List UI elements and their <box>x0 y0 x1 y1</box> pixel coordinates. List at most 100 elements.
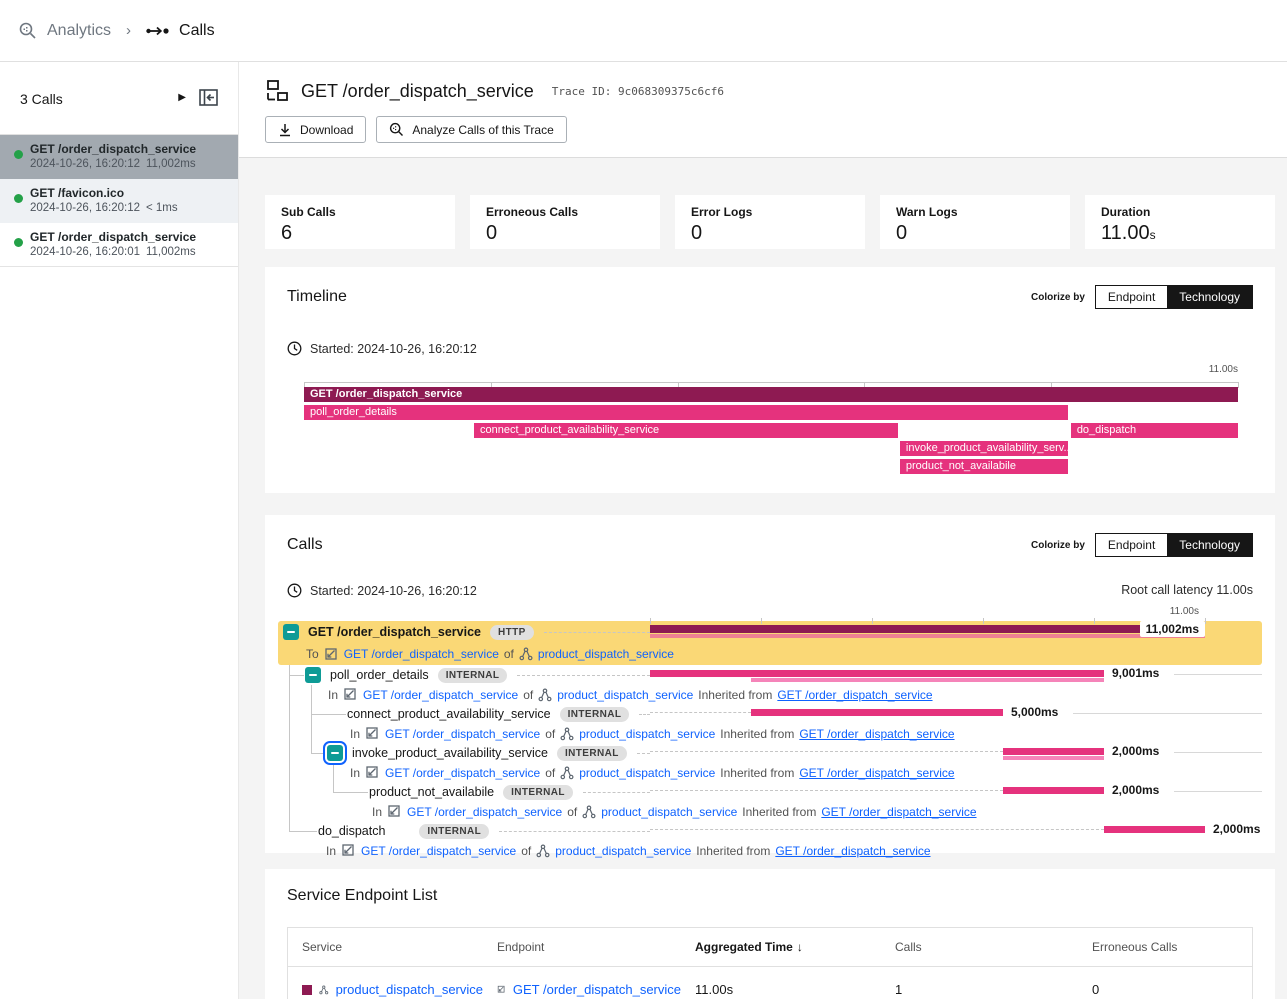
call-duration: 11,002ms <box>146 158 196 170</box>
analytics-icon <box>18 21 38 41</box>
timeline-started: Started: 2024-10-26, 16:20:12 <box>310 342 477 356</box>
call-row[interactable]: product_not_availabile INTERNAL 2,000ms <box>278 782 1262 802</box>
latency-track: 9,001ms <box>650 665 1262 685</box>
endpoint-link[interactable]: GET /order_dispatch_service <box>361 844 516 858</box>
aggregated-time-value: 11.00s <box>681 982 881 997</box>
calls-icon <box>146 25 170 37</box>
trace-id: Trace ID: 9c068309375c6cf6 <box>552 85 724 98</box>
status-dot <box>14 238 23 247</box>
inherited-from-link[interactable]: GET /order_dispatch_service <box>799 727 954 741</box>
self-time-bar <box>751 678 1104 682</box>
timeline-bar[interactable]: product_not_availabile <box>900 459 1068 474</box>
service-link[interactable]: product_dispatch_service <box>579 766 715 780</box>
call-timestamp: 2024-10-26, 16:20:01 <box>30 246 140 258</box>
service-link[interactable]: product_dispatch_service <box>538 647 674 661</box>
service-link[interactable]: product_dispatch_service <box>555 844 691 858</box>
self-time-bar <box>650 634 1205 638</box>
timeline-bar[interactable]: do_dispatch <box>1071 423 1238 438</box>
col-calls: Calls <box>881 940 1078 954</box>
sort-desc-icon: ↓ <box>797 940 803 954</box>
timeline-bar[interactable]: invoke_product_availability_serv... <box>900 441 1068 456</box>
latency-bar <box>1003 748 1104 755</box>
sidebar-header: 3 Calls ▶ <box>0 62 238 135</box>
inherited-from-link[interactable]: GET /order_dispatch_service <box>777 688 932 702</box>
sidebar-call-item[interactable]: GET /favicon.ico 2024-10-26, 16:20:12< 1… <box>0 179 238 223</box>
latency-track: 5,000ms <box>650 704 1262 724</box>
timeline-bar[interactable]: GET /order_dispatch_service <box>304 387 1238 402</box>
call-timestamp: 2024-10-26, 16:20:12 <box>30 202 140 214</box>
collapse-toggle-icon[interactable] <box>305 667 321 683</box>
service-icon <box>536 844 550 858</box>
leader-line <box>544 632 650 633</box>
selected-call-row[interactable]: GET /order_dispatch_service HTTP 11,002m… <box>278 621 1262 665</box>
trace-header: GET /order_dispatch_service Trace ID: 9c… <box>239 62 1287 158</box>
sidebar-call-item[interactable]: GET /order_dispatch_service 2024-10-26, … <box>0 135 238 179</box>
endpoint-link[interactable]: GET /order_dispatch_service <box>344 647 499 661</box>
endpoint-icon <box>497 981 506 998</box>
collapse-toggle-icon[interactable] <box>283 624 299 640</box>
call-detail-row: In GET /order_dispatch_service of produc… <box>278 724 1262 743</box>
service-link[interactable]: product_dispatch_service <box>579 727 715 741</box>
breadcrumb: Analytics › Calls <box>18 21 215 41</box>
collapse-panel-icon[interactable] <box>199 89 218 106</box>
call-row[interactable]: connect_product_availability_service INT… <box>278 704 1262 724</box>
analyze-trace-button[interactable]: Analyze Calls of this Trace <box>376 116 566 143</box>
call-type-badge: INTERNAL <box>419 824 489 839</box>
duration-label: 9,001ms <box>1112 666 1159 680</box>
self-time-bar <box>1003 756 1104 760</box>
timeline-panel: Timeline Colorize by Endpoint Technology… <box>265 267 1275 493</box>
service-link[interactable]: product_dispatch_service <box>336 982 483 997</box>
colorize-technology-option[interactable]: Technology <box>1167 534 1252 556</box>
timeline-bar[interactable]: poll_order_details <box>304 405 1068 420</box>
call-row[interactable]: invoke_product_availability_service INTE… <box>278 743 1262 763</box>
latency-track: 2,000ms <box>650 743 1262 763</box>
service-endpoint-title: Service Endpoint List <box>287 887 1253 905</box>
service-endpoint-panel: Service Endpoint List Service Endpoint A… <box>265 869 1275 999</box>
leader-line <box>583 792 650 793</box>
service-icon <box>519 647 533 661</box>
sidebar-call-item[interactable]: GET /order_dispatch_service 2024-10-26, … <box>0 223 238 267</box>
call-row[interactable]: do_dispatch INTERNAL 2,000ms <box>278 821 1262 841</box>
col-erroneous-calls: Erroneous Calls <box>1078 940 1252 954</box>
service-link[interactable]: product_dispatch_service <box>601 805 737 819</box>
call-name: GET /order_dispatch_service <box>308 625 481 639</box>
breadcrumb-analytics[interactable]: Analytics <box>47 22 111 40</box>
inherited-from-link[interactable]: GET /order_dispatch_service <box>775 844 930 858</box>
timeline-axis <box>304 375 1238 383</box>
download-button[interactable]: Download <box>265 116 366 143</box>
endpoint-link[interactable]: GET /order_dispatch_service <box>513 982 681 997</box>
inherited-from-link[interactable]: GET /order_dispatch_service <box>799 766 954 780</box>
inherited-from-link[interactable]: GET /order_dispatch_service <box>821 805 976 819</box>
stat-warn-logs: Warn Logs 0 <box>880 195 1070 249</box>
play-icon[interactable]: ▶ <box>178 92 186 103</box>
call-type-badge: INTERNAL <box>438 668 508 683</box>
latency-track: 2,000ms <box>650 821 1262 841</box>
collapse-toggle-icon[interactable] <box>327 745 343 761</box>
breadcrumb-calls[interactable]: Calls <box>179 22 215 40</box>
duration-label: 2,000ms <box>1112 744 1159 758</box>
endpoint-link[interactable]: GET /order_dispatch_service <box>385 766 540 780</box>
call-row[interactable]: poll_order_details INTERNAL 9,001ms <box>278 665 1262 685</box>
colorize-endpoint-option[interactable]: Endpoint <box>1096 286 1167 308</box>
service-link[interactable]: product_dispatch_service <box>557 688 693 702</box>
call-detail-row: In GET /order_dispatch_service of produc… <box>278 841 1262 860</box>
timeline-bar[interactable]: connect_product_availability_service <box>474 423 898 438</box>
colorize-technology-option[interactable]: Technology <box>1167 286 1252 308</box>
analyze-icon <box>389 122 404 137</box>
sidebar-title: 3 Calls <box>20 91 63 107</box>
timeline-axis-end: 11.00s <box>304 364 1238 375</box>
latency-bar <box>1003 787 1104 794</box>
endpoint-link[interactable]: GET /order_dispatch_service <box>407 805 562 819</box>
colorize-toggle: Endpoint Technology <box>1095 285 1253 309</box>
service-icon <box>582 805 596 819</box>
endpoint-icon <box>365 726 380 741</box>
leader-line <box>517 675 650 676</box>
call-title: GET /order_dispatch_service <box>30 142 228 156</box>
endpoint-link[interactable]: GET /order_dispatch_service <box>385 727 540 741</box>
col-aggregated-time[interactable]: Aggregated Time↓ <box>681 940 881 954</box>
service-color-swatch <box>302 985 312 995</box>
duration-label: 2,000ms <box>1112 783 1159 797</box>
endpoint-link[interactable]: GET /order_dispatch_service <box>363 688 518 702</box>
calls-sidebar: 3 Calls ▶ GET /order_dispatch_service 20… <box>0 62 239 999</box>
colorize-endpoint-option[interactable]: Endpoint <box>1096 534 1167 556</box>
